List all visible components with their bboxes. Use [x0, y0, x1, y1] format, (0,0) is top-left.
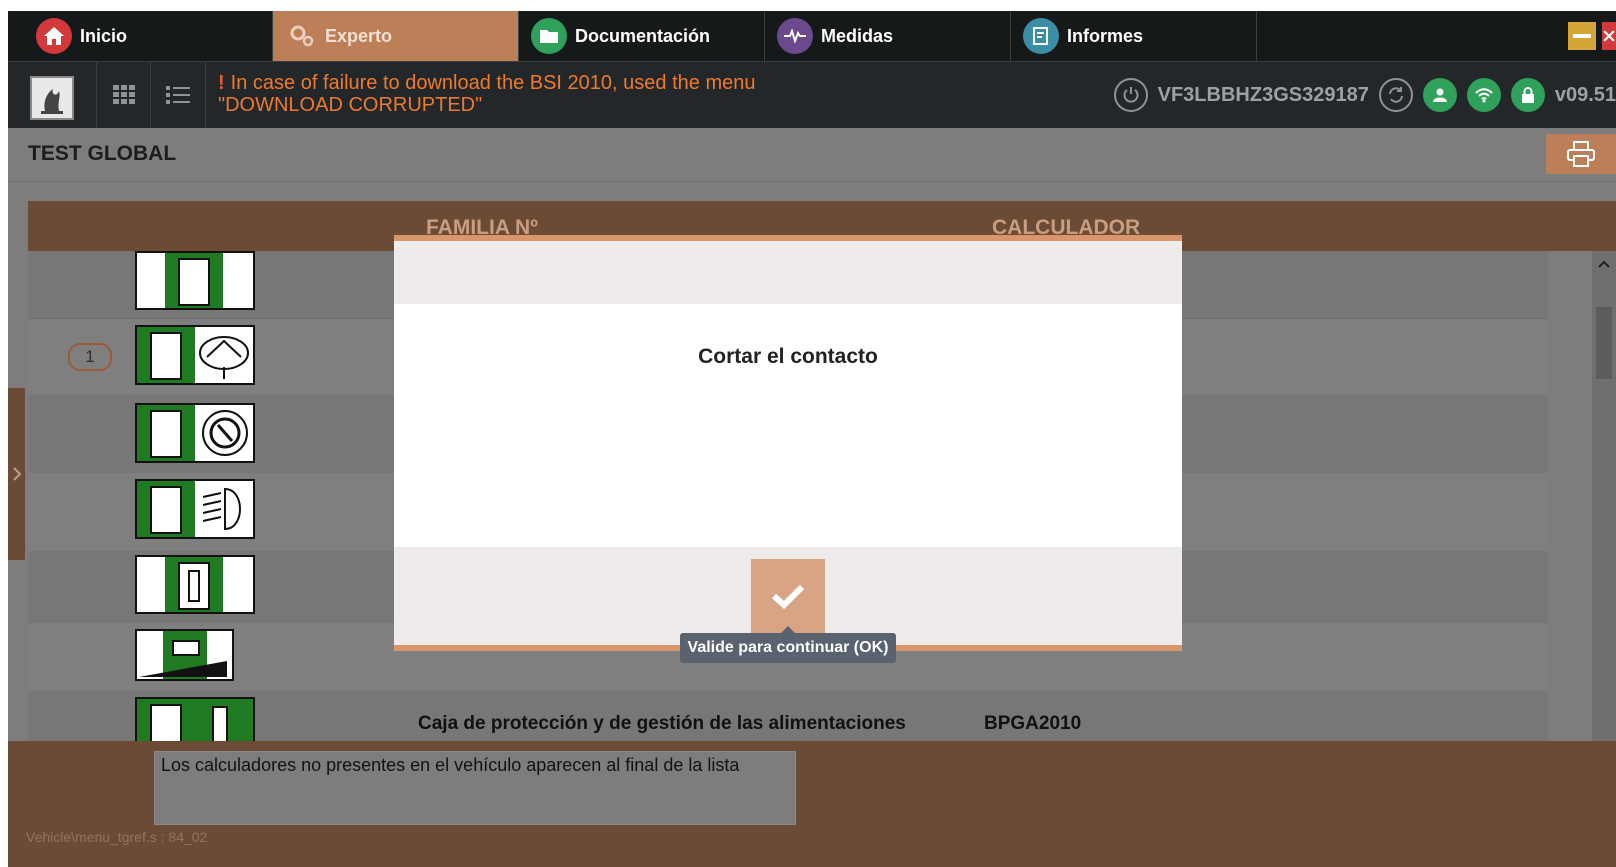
- peugeot-logo: [30, 76, 74, 120]
- brake-module-icon: [135, 403, 255, 463]
- info-note: Los calculadores no presentes en el vehí…: [154, 751, 796, 825]
- tab-label-medidas: Medidas: [821, 25, 894, 46]
- print-button[interactable]: [1546, 134, 1616, 174]
- lock-icon: [1521, 87, 1534, 103]
- table-scrollbar[interactable]: [1592, 251, 1616, 741]
- confirmation-dialog: Cortar el contacto: [394, 235, 1182, 651]
- wifi-icon: [1475, 88, 1493, 103]
- list-icon: [166, 86, 190, 104]
- version-label: v09.51: [1554, 83, 1616, 106]
- scroll-up-icon[interactable]: [1598, 255, 1610, 271]
- close-icon: [1603, 30, 1615, 42]
- row-number-badge: 1: [68, 343, 112, 371]
- checkmark-icon: [771, 584, 805, 609]
- lock-status-button[interactable]: [1510, 78, 1545, 112]
- power-icon: [1123, 87, 1139, 103]
- user-status-button[interactable]: [1422, 78, 1457, 112]
- screen-path: Vehicle\menu_tgref.s : 84_02: [26, 829, 208, 845]
- warning-line-1: In case of failure to download the BSI 2…: [230, 72, 756, 94]
- page-title: TEST GLOBAL: [28, 142, 177, 165]
- waveform-icon: [777, 18, 813, 54]
- tab-documentacion[interactable]: Documentación: [519, 11, 765, 61]
- dialog-message: Cortar el contacto: [698, 345, 878, 368]
- battery-module-icon: [135, 629, 234, 681]
- row-calculator-name: BPGA2010: [984, 713, 1082, 734]
- power-button[interactable]: [1113, 78, 1148, 112]
- side-panel-toggle[interactable]: [8, 388, 25, 560]
- refresh-icon: [1388, 87, 1403, 103]
- footer-panel: Los calculadores no presentes en el vehí…: [8, 741, 1616, 867]
- dialog-body: [394, 304, 1182, 547]
- bsi-module-icon: [135, 251, 255, 310]
- tab-label-inicio: Inicio: [80, 25, 128, 46]
- tab-inicio[interactable]: Inicio: [8, 11, 273, 61]
- tab-label-documentacion: Documentación: [575, 25, 711, 46]
- tab-experto[interactable]: Experto: [273, 11, 519, 61]
- vin-label: VF3LBBHZ3GS329187: [1157, 83, 1369, 106]
- tab-label-experto: Experto: [325, 25, 393, 46]
- window-controls: [1568, 22, 1616, 50]
- warning-message: ! In case of failure to download the BSI …: [218, 72, 778, 116]
- close-button[interactable]: [1602, 22, 1616, 50]
- exclamation-icon: !: [218, 72, 225, 94]
- ok-tooltip: Valide para continuar (OK): [680, 626, 896, 663]
- minimize-button[interactable]: [1568, 22, 1596, 50]
- top-nav: Inicio Experto Documentación Medidas Inf…: [8, 11, 1616, 61]
- home-icon: [36, 18, 72, 54]
- report-icon: [1023, 18, 1059, 54]
- title-divider: [8, 181, 1616, 182]
- dialog-header: [394, 241, 1182, 304]
- tab-label-informes: Informes: [1067, 25, 1144, 46]
- list-view-button[interactable]: [150, 62, 206, 128]
- tab-informes[interactable]: Informes: [1011, 11, 1257, 61]
- tab-medidas[interactable]: Medidas: [765, 11, 1011, 61]
- ok-button[interactable]: [751, 559, 825, 633]
- printer-icon: [1567, 141, 1595, 167]
- info-bar: ! In case of failure to download the BSI …: [8, 61, 1616, 128]
- fuse-module-icon: [135, 555, 255, 614]
- table-row[interactable]: Caja de protección y de gestión de las a…: [28, 691, 1548, 749]
- wifi-status-button[interactable]: [1466, 78, 1501, 112]
- user-icon: [1432, 88, 1447, 102]
- chevron-right-icon: [12, 467, 21, 481]
- steering-wheel-module-icon: [135, 325, 255, 385]
- scrollbar-thumb[interactable]: [1596, 307, 1612, 379]
- lighting-module-icon: [135, 479, 255, 539]
- refresh-button[interactable]: [1378, 78, 1413, 112]
- folder-icon: [531, 18, 567, 54]
- grid-icon: [113, 85, 135, 104]
- status-area: VF3LBBHZ3GS329187 v09.51: [1113, 76, 1616, 114]
- grid-view-button[interactable]: [96, 62, 151, 128]
- row-family-name: Caja de protección y de gestión de las a…: [418, 713, 906, 734]
- gears-icon: [287, 18, 317, 54]
- warning-line-2: "DOWNLOAD CORRUPTED": [218, 94, 483, 116]
